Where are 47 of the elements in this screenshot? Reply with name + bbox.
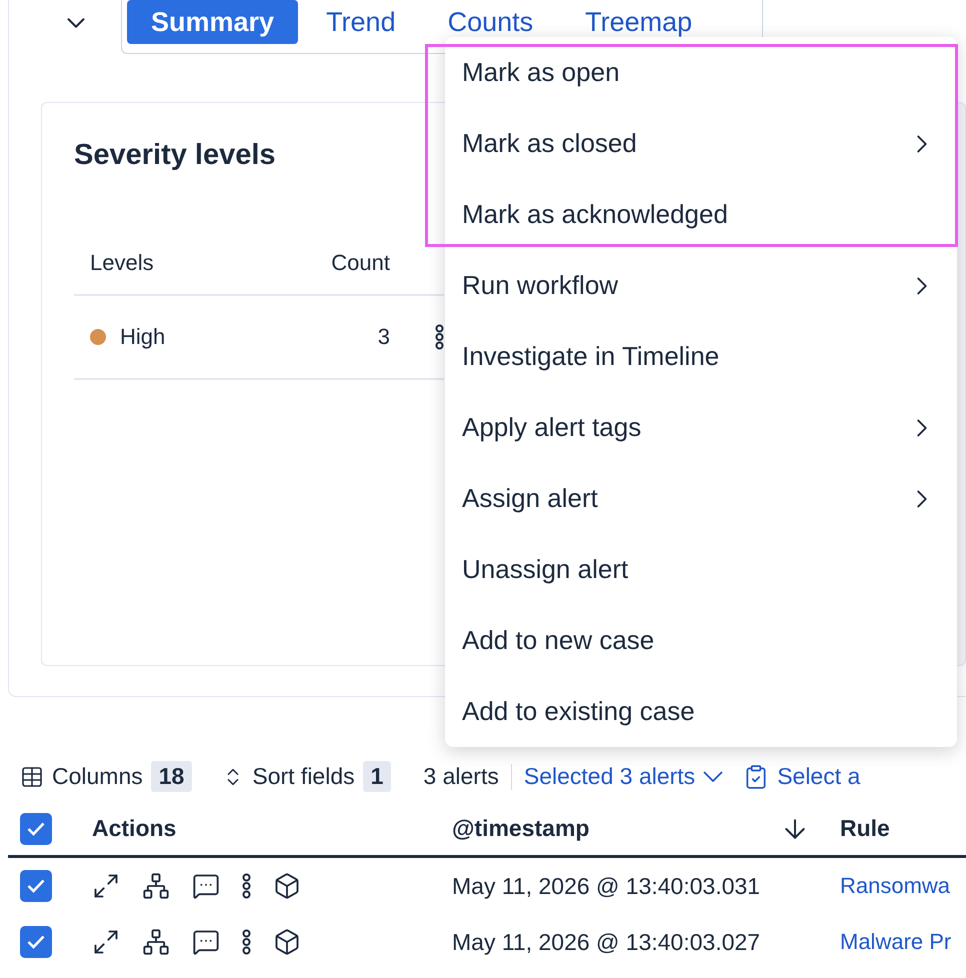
view-tab[interactable]: Summary [127,0,298,44]
expand-icon [92,928,120,956]
check-icon [27,935,45,949]
more-actions-icon[interactable] [242,873,251,899]
comment-icon [192,872,220,900]
column-header: Actions [92,815,178,842]
view-tab[interactable]: Trend [302,0,420,44]
column-header: @timestamp [452,815,590,842]
column-header: Levels [90,250,155,276]
row-checkbox[interactable] [20,870,52,902]
selected-alerts-button[interactable]: Selected 3 alerts [524,763,724,790]
expand-icon [92,872,120,900]
hierarchy-icon [142,872,170,900]
rule-link[interactable]: Ransomwa [840,873,950,899]
menu-item[interactable]: Assign alert [445,463,957,534]
menu-item[interactable]: Investigate in Timeline [445,321,957,392]
table-icon [20,764,44,788]
more-actions-icon[interactable] [242,929,251,955]
row-checkbox[interactable] [20,926,52,958]
menu-item[interactable]: Mark as closed [445,108,957,179]
select-all-checkbox[interactable] [20,812,52,844]
hierarchy-icon [142,928,170,956]
sort-fields-button[interactable]: Sort fields 1 [222,761,392,792]
card-title: Severity levels [74,139,277,172]
check-icon [27,879,45,893]
check-icon [27,822,45,836]
timestamp-cell-text: May 11, 2026 @ 13:40:03.031 [452,872,762,900]
cube-icon [273,928,301,956]
count-value: 3 [376,324,390,350]
menu-item[interactable]: Unassign alert [445,534,957,605]
level-label: High [120,324,166,350]
cube-icon [273,872,301,900]
columns-button[interactable]: Columns 18 [20,761,192,792]
column-header: Rule [840,815,891,842]
timestamp-cell-text: May 11, 2026 @ 13:40:03.027 [452,928,762,956]
rule-link[interactable]: Malware Pr [840,929,952,955]
menu-item[interactable]: Apply alert tags [445,392,957,463]
menu-item[interactable]: Run workflow [445,250,957,321]
menu-item[interactable]: Mark as acknowledged [445,179,957,250]
comment-icon [192,928,220,956]
more-actions-icon[interactable] [435,324,444,350]
caret-icon [703,771,724,782]
column-header: Count [330,250,390,276]
select-all-button[interactable]: Select a [743,763,860,790]
menu-item[interactable]: Add to new case [445,605,957,676]
menu-item[interactable]: Add to existing case [445,676,957,747]
alert-count: 3 alerts [423,763,499,790]
